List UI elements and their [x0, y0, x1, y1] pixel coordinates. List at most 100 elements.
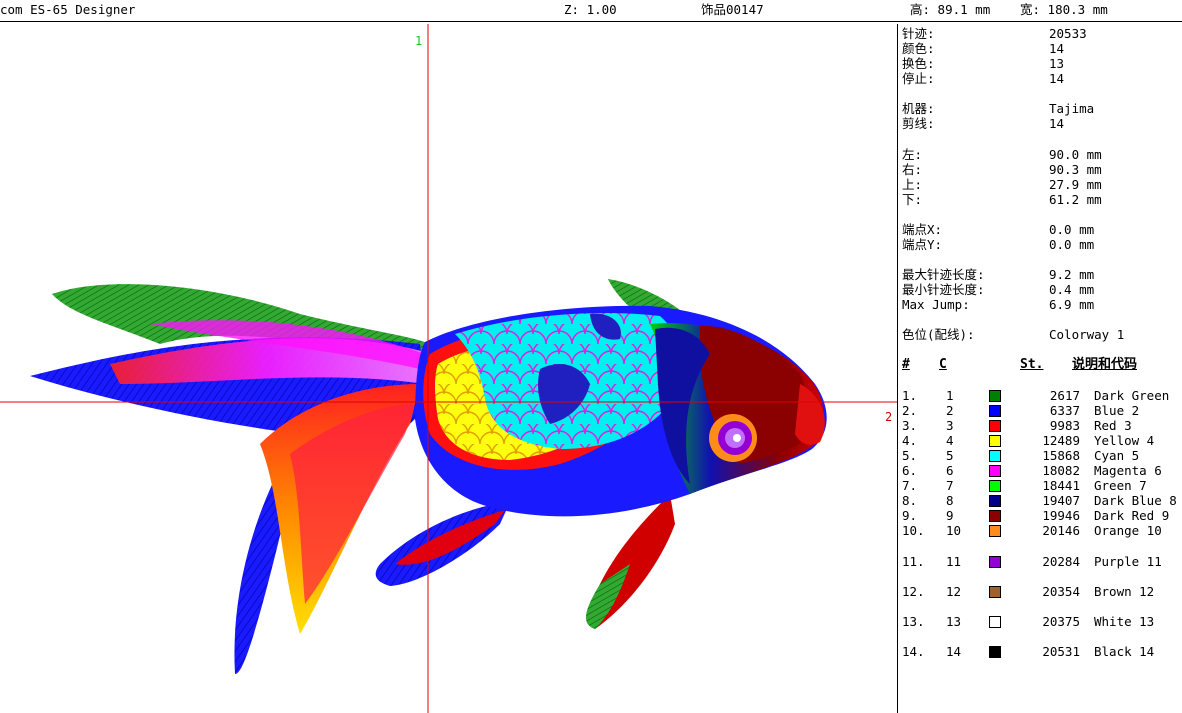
row-stitch-count: 15868	[1042, 448, 1080, 463]
row-stitch-count: 18441	[1042, 478, 1080, 493]
row-stitch-count: 9983	[1049, 418, 1080, 433]
row-stitch-count: 20354	[1042, 584, 1080, 599]
row-index: 9.	[902, 508, 918, 523]
row-color-number: 4	[946, 433, 954, 448]
top-value: 27.9 mm	[1049, 177, 1102, 192]
color-swatch	[989, 405, 1001, 417]
info-panel: 针迹: 20533 颜色: 14 换色: 13 停止: 14 机器: Tajima 剪线:…	[898, 24, 1182, 713]
color-row[interactable]: 12. 12 20354 Brown 12	[898, 584, 1182, 599]
color-row[interactable]: 9. 9 19946 Dark Red 9	[898, 508, 1182, 523]
color-row[interactable]: 8. 8 19407 Dark Blue 8	[898, 493, 1182, 508]
trims-label: 剪线:	[902, 116, 935, 131]
color-row[interactable]: 13. 13 20375 White 13	[898, 614, 1182, 629]
row-index: 8.	[902, 493, 918, 508]
color-row[interactable]: 14. 14 20531 Black 14	[898, 644, 1182, 659]
row-stitch-count: 19407	[1042, 493, 1080, 508]
colors-value: 14	[1049, 41, 1065, 56]
design-canvas[interactable]: 1 2	[0, 24, 898, 713]
maxjump-label: Max Jump:	[902, 297, 970, 312]
row-thread-name: Red 3	[1094, 418, 1132, 433]
color-swatch	[989, 646, 1001, 658]
colorway-value: Colorway 1	[1049, 327, 1125, 342]
color-row[interactable]: 5. 5 15868 Cyan 5	[898, 448, 1182, 463]
row-color-number: 3	[946, 418, 954, 433]
col-header-description: 说明和代码	[1072, 357, 1138, 372]
bottom-value: 61.2 mm	[1049, 192, 1102, 207]
row-color-number: 8	[946, 493, 954, 508]
color-row[interactable]: 3. 3 9983 Red 3	[898, 418, 1182, 433]
minlen-label: 最小针迹长度:	[902, 282, 985, 297]
row-stitch-count: 6337	[1049, 403, 1080, 418]
color-row[interactable]: 11. 11 20284 Purple 11	[898, 554, 1182, 569]
row-thread-name: Blue 2	[1094, 403, 1140, 418]
row-thread-name: Yellow 4	[1094, 433, 1155, 448]
left-label: 左:	[902, 147, 923, 162]
row-index: 3.	[902, 418, 918, 433]
machine-value: Tajima	[1049, 101, 1095, 116]
row-index: 4.	[902, 433, 918, 448]
endx-value: 0.0 mm	[1049, 222, 1095, 237]
machine-label: 机器:	[902, 101, 935, 116]
changes-label: 换色:	[902, 56, 935, 71]
stops-label: 停止:	[902, 71, 935, 86]
row-stitch-count: 20531	[1042, 644, 1080, 659]
colors-label: 颜色:	[902, 41, 935, 56]
row-index: 1.	[902, 388, 918, 403]
row-thread-name: Black 14	[1094, 644, 1155, 659]
stops-value: 14	[1049, 71, 1065, 86]
color-swatch	[989, 525, 1001, 537]
endx-label: 端点X:	[902, 222, 943, 237]
row-thread-name: Green 7	[1094, 478, 1147, 493]
color-row[interactable]: 1. 1 2617 Dark Green	[898, 388, 1182, 403]
color-row[interactable]: 2. 2 6337 Blue 2	[898, 403, 1182, 418]
col-header-index: #	[902, 357, 910, 372]
row-stitch-count: 20284	[1042, 554, 1080, 569]
changes-value: 13	[1049, 56, 1065, 71]
row-stitch-count: 18082	[1042, 463, 1080, 478]
right-value: 90.3 mm	[1049, 162, 1102, 177]
maxlen-label: 最大针迹长度:	[902, 267, 985, 282]
row-index: 13.	[902, 614, 925, 629]
row-index: 6.	[902, 463, 918, 478]
row-stitch-count: 2617	[1049, 388, 1080, 403]
row-thread-name: Purple 11	[1094, 554, 1162, 569]
color-swatch	[989, 616, 1001, 628]
row-color-number: 14	[946, 644, 962, 659]
row-index: 11.	[902, 554, 925, 569]
color-swatch	[989, 465, 1001, 477]
row-thread-name: Dark Green	[1094, 388, 1170, 403]
row-color-number: 5	[946, 448, 954, 463]
color-swatch	[989, 435, 1001, 447]
row-index: 2.	[902, 403, 918, 418]
title-bar: com ES-65 Designer Z: 1.00 饰品00147 高: 89…	[0, 0, 1182, 22]
left-value: 90.0 mm	[1049, 147, 1102, 162]
color-row[interactable]: 10. 10 20146 Orange 10	[898, 523, 1182, 538]
row-thread-name: Magenta 6	[1094, 463, 1162, 478]
col-header-color: C	[939, 357, 947, 372]
row-stitch-count: 20375	[1042, 614, 1080, 629]
embroidery-design	[0, 24, 897, 713]
right-label: 右:	[902, 162, 923, 177]
row-index: 10.	[902, 523, 925, 538]
axis-label-1: 1	[415, 34, 423, 48]
row-thread-name: Orange 10	[1094, 523, 1162, 538]
color-row[interactable]: 7. 7 18441 Green 7	[898, 478, 1182, 493]
color-swatch	[989, 495, 1001, 507]
color-swatch	[989, 420, 1001, 432]
maxlen-value: 9.2 mm	[1049, 267, 1095, 282]
bottom-label: 下:	[902, 192, 923, 207]
colorway-label: 色位(配线):	[902, 327, 975, 342]
color-row[interactable]: 6. 6 18082 Magenta 6	[898, 463, 1182, 478]
row-color-number: 1	[946, 388, 954, 403]
design-name: 饰品00147	[701, 2, 764, 17]
color-swatch	[989, 450, 1001, 462]
color-row[interactable]: 4. 4 12489 Yellow 4	[898, 433, 1182, 448]
axis-label-2: 2	[885, 410, 893, 424]
col-header-stitch: St.	[1020, 357, 1044, 372]
color-swatch	[989, 480, 1001, 492]
row-color-number: 11	[946, 554, 962, 569]
endy-value: 0.0 mm	[1049, 237, 1095, 252]
row-thread-name: Brown 12	[1094, 584, 1155, 599]
app-title: com ES-65 Designer	[0, 2, 136, 17]
row-color-number: 10	[946, 523, 962, 538]
